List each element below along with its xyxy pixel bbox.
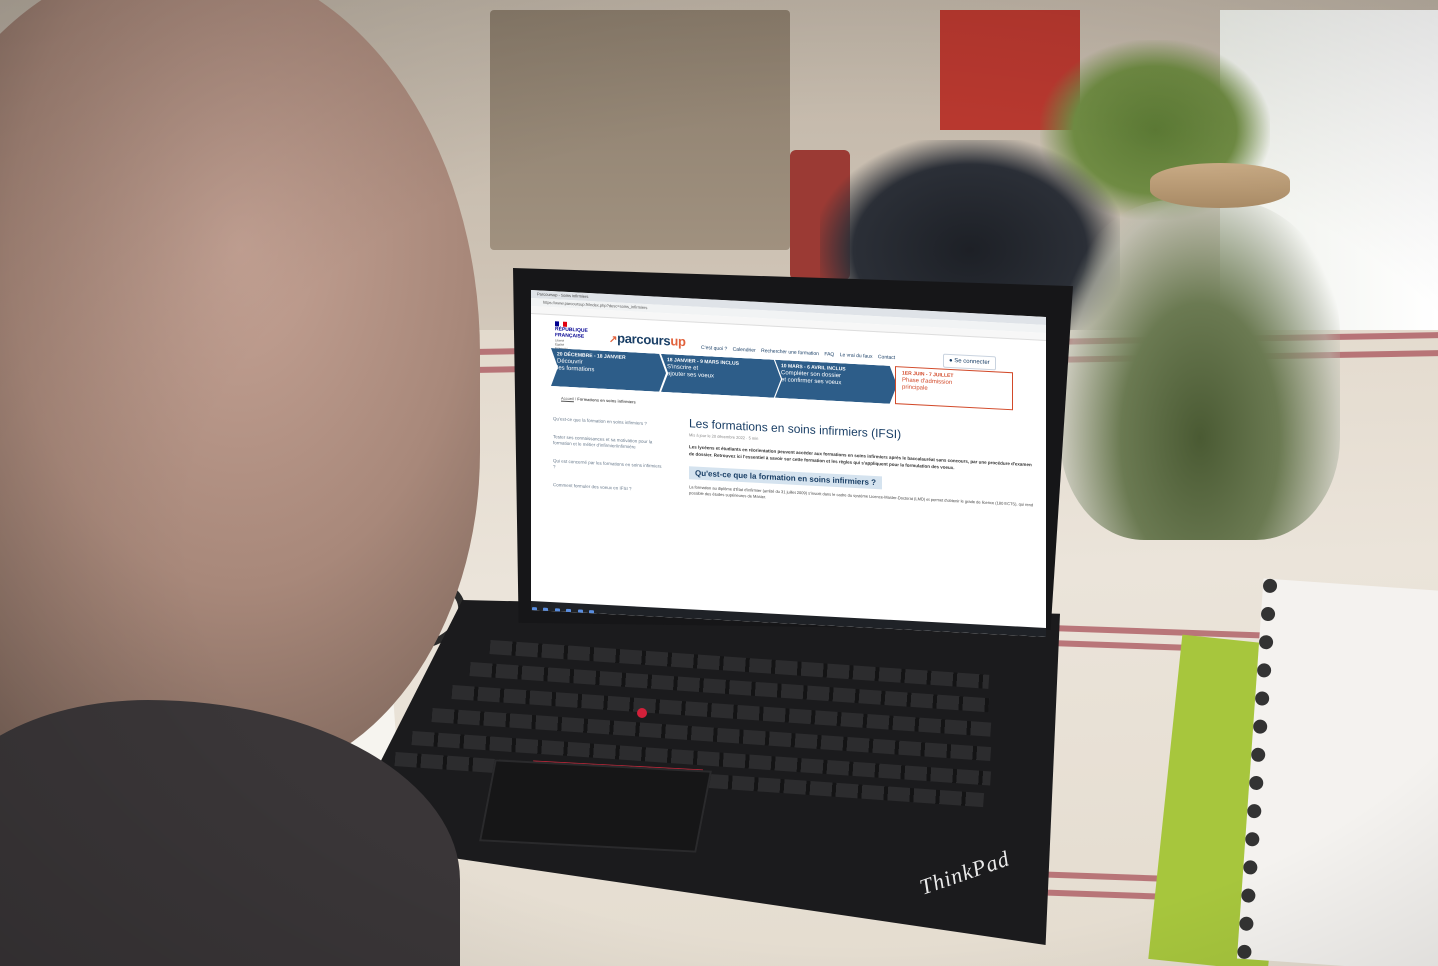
sidebar-link[interactable]: Tester ses connaissances et sa motivatio… — [553, 434, 663, 452]
step-2[interactable]: 18 JANVIER - 9 MARS INCLUS S'inscrire et a… — [661, 354, 781, 398]
article-body: La formation au diplôme d'État d'infirmi… — [689, 484, 1034, 508]
touchpad — [479, 759, 712, 853]
sidebar-link[interactable]: Qu'est-ce que la formation en soins infi… — [553, 416, 663, 428]
user-icon: ● — [949, 357, 953, 365]
sidebar-link[interactable]: Qui est concerné par les formations en s… — [553, 458, 663, 476]
nav-rechercher[interactable]: Rechercher une formation — [761, 348, 819, 357]
breadcrumb-home[interactable]: Accueil — [561, 396, 574, 402]
gov-logo: RÉPUBLIQUE FRANÇAISE Liberté Égalité Fra… — [555, 321, 588, 352]
nav-vrai-faux[interactable]: Le vrai du faux — [840, 352, 873, 360]
spiral-notebook — [1236, 578, 1438, 966]
background-cabinet — [490, 10, 790, 250]
login-button[interactable]: ● Se connecter — [943, 353, 996, 371]
person-head — [0, 0, 480, 780]
cork-lid — [1150, 163, 1290, 208]
step-3[interactable]: 10 MARS - 6 AVRIL INCLUS Compléter son do… — [775, 360, 897, 404]
nav-cest-quoi[interactable]: C'est quoi ? — [701, 345, 727, 352]
article-sidebar: Qu'est-ce que la formation en soins infi… — [553, 416, 663, 506]
nav-calendrier[interactable]: Calendrier — [733, 347, 756, 354]
breadcrumb-current: Formations en soins infirmiers — [577, 396, 636, 405]
photo-scene: ThinkPad Parcoursup - Soins infirmiers h… — [0, 0, 1438, 966]
laptop-screen: Parcoursup - Soins infirmiers https://ww… — [531, 290, 1046, 637]
nav-contact[interactable]: Contact — [878, 354, 895, 361]
nav-faq[interactable]: FAQ — [824, 351, 834, 358]
trackpoint — [637, 708, 647, 718]
breadcrumb: Accueil / Formations en soins infirmiers — [561, 395, 636, 405]
sidebar-link[interactable]: Comment formuler des voeux en IFSI ? — [553, 482, 663, 494]
step-1[interactable]: 20 DÉCEMBRE - 18 JANVIER Découvrir les for… — [551, 348, 666, 392]
parcoursup-logo[interactable]: ↗parcoursup — [609, 330, 686, 350]
article: Les formations en soins infirmiers (IFSI… — [689, 416, 1034, 514]
terrarium-jar — [1060, 200, 1340, 540]
step-4[interactable]: 1ER JUIN - 7 JUILLET Phase d'admission pri… — [895, 366, 1013, 411]
